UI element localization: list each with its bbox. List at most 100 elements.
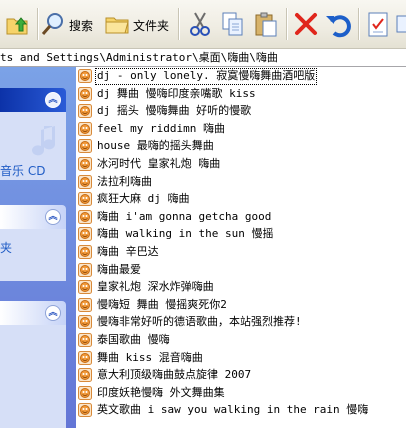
audio-file-icon	[78, 262, 92, 277]
audio-file-icon	[78, 280, 92, 295]
folders-button[interactable]: 文件夹	[104, 6, 172, 42]
file-row[interactable]: 嗨曲 i'am gonna getcha good	[76, 209, 406, 226]
file-row[interactable]: 舞曲 kiss 混音嗨曲	[76, 350, 406, 367]
collapse-chevron-icon[interactable]: ︽	[45, 305, 61, 321]
paste-button[interactable]	[252, 6, 280, 42]
up-folder-icon	[6, 17, 28, 35]
file-name: 英文歌曲 i saw you walking in the rain 慢嗨	[97, 403, 369, 417]
delete-icon	[295, 13, 317, 35]
views-icon	[396, 15, 406, 33]
audio-file-icon	[78, 350, 92, 365]
file-row[interactable]: dj - only lonely. 寂寞慢嗨舞曲酒吧版	[76, 68, 406, 85]
address-path: ts and Settings\Administrator\桌面\嗨曲\嗨曲	[0, 51, 278, 64]
toolbar-separator	[178, 8, 179, 40]
audio-file-icon	[78, 403, 92, 418]
file-row[interactable]: 泰国歌曲 慢嗨	[76, 332, 406, 349]
properties-icon	[368, 12, 388, 37]
file-row[interactable]: dj 摇头 慢嗨舞曲 好听的慢歌	[76, 103, 406, 120]
audio-file-icon	[78, 297, 92, 312]
folders-icon	[105, 17, 129, 34]
undo-button[interactable]	[324, 6, 352, 42]
copy-button[interactable]	[219, 6, 247, 42]
file-name: 泰国歌曲 慢嗨	[97, 333, 170, 346]
file-name: house 最嗨的摇头舞曲	[97, 139, 214, 153]
file-name: feel my riddimn 嗨曲	[97, 121, 225, 135]
task-panel-body	[0, 325, 66, 428]
file-name: 印度妖艳慢嗨 外文舞曲集	[97, 385, 225, 399]
file-name: 慢嗨非常好听的德语歌曲，本站强烈推荐!	[97, 315, 302, 329]
file-name: dj - only lonely. 寂寞慢嗨舞曲酒吧版	[95, 68, 318, 85]
file-row[interactable]: feel my riddimn 嗨曲	[76, 121, 406, 138]
audio-file-icon	[78, 333, 92, 347]
file-row[interactable]: 慢嗨非常好听的德语歌曲，本站强烈推荐!	[76, 314, 406, 331]
file-row[interactable]: 嗨曲 辛巴达	[76, 244, 406, 261]
file-row[interactable]: 皇家礼炮 深水炸弹嗨曲	[76, 279, 406, 296]
file-row[interactable]: 英文歌曲 i saw you walking in the rain 慢嗨	[76, 402, 406, 419]
cut-icon	[190, 12, 210, 36]
audio-file-icon	[78, 86, 92, 101]
audio-file-icon	[78, 227, 92, 242]
folder-label[interactable]: 夹	[0, 239, 12, 256]
file-name: 舞曲 kiss 混音嗨曲	[97, 350, 203, 364]
file-name: 意大利顶级嗨曲鼓点旋律 2007	[97, 368, 252, 382]
file-name: 疯狂大麻 dj 嗨曲	[97, 192, 190, 206]
audio-file-icon	[78, 139, 92, 154]
more-button[interactable]	[396, 6, 406, 42]
file-row[interactable]: 法拉利嗨曲	[76, 174, 406, 191]
audio-file-icon	[78, 157, 92, 171]
search-label: 搜索	[69, 19, 94, 33]
audio-file-icon	[78, 104, 92, 119]
audio-file-icon	[78, 192, 92, 207]
file-row[interactable]: 意大利顶级嗨曲鼓点旋律 2007	[76, 367, 406, 384]
file-row[interactable]: 印度妖艳慢嗨 外文舞曲集	[76, 385, 406, 402]
file-row[interactable]: 疯狂大麻 dj 嗨曲	[76, 191, 406, 208]
file-name: 法拉利嗨曲	[97, 174, 152, 188]
undo-icon	[326, 15, 351, 38]
audio-file-icon	[78, 209, 92, 224]
file-row[interactable]: dj 舞曲 慢嗨印度亲嘴歌 kiss	[76, 86, 406, 103]
file-list: dj - only lonely. 寂寞慢嗨舞曲酒吧版 dj 舞曲 慢嗨印度亲嘴歌…	[76, 67, 406, 428]
file-name: dj 舞曲 慢嗨印度亲嘴歌 kiss	[97, 86, 256, 100]
search-button[interactable]: 搜索	[40, 6, 98, 42]
file-row[interactable]: house 最嗨的摇头舞曲	[76, 138, 406, 155]
task-panel-header[interactable]: ︽	[0, 88, 66, 112]
delete-button[interactable]	[292, 6, 320, 42]
properties-button[interactable]	[364, 6, 392, 42]
task-panel-header[interactable]: ︽	[0, 205, 66, 229]
audio-file-icon	[78, 245, 92, 259]
audio-file-icon	[78, 121, 92, 136]
toolbar-separator	[358, 8, 359, 40]
audio-file-icon	[78, 69, 92, 83]
file-name: 嗨曲 walking in the sun 慢摇	[97, 227, 274, 241]
audio-file-icon	[78, 315, 92, 330]
audio-file-icon	[78, 385, 92, 400]
collapse-chevron-icon[interactable]: ︽	[45, 92, 61, 108]
address-bar[interactable]: ts and Settings\Administrator\桌面\嗨曲\嗨曲	[0, 49, 406, 67]
paste-icon	[255, 12, 277, 37]
file-name: 冰河时代 皇家礼炮 嗨曲	[97, 157, 221, 170]
music-cd-label[interactable]: 音乐 CD	[0, 162, 45, 179]
file-name: 嗨曲 i'am gonna getcha good	[97, 209, 272, 223]
file-row[interactable]: 慢嗨短 舞曲 慢摇爽死你2	[76, 297, 406, 314]
task-panel-header[interactable]: ︽	[0, 301, 66, 325]
music-note-watermark-icon	[32, 126, 56, 156]
file-name: dj 摇头 慢嗨舞曲 好听的慢歌	[97, 104, 252, 118]
copy-icon	[222, 12, 243, 36]
audio-file-icon	[78, 174, 92, 189]
task-pane: ︽ 音乐 CD ︽ 夹 ︽	[0, 67, 76, 428]
file-row[interactable]: 嗨曲 walking in the sun 慢摇	[76, 226, 406, 243]
file-name: 皇家礼炮 深水炸弹嗨曲	[97, 280, 214, 294]
audio-file-icon	[78, 368, 92, 383]
up-folder-button[interactable]	[4, 6, 34, 42]
file-row[interactable]: 冰河时代 皇家礼炮 嗨曲	[76, 156, 406, 173]
file-name: 嗨曲最爱	[97, 262, 141, 276]
task-panel-body: 音乐 CD	[0, 112, 66, 180]
file-name: 嗨曲 辛巴达	[97, 245, 159, 258]
file-row[interactable]: 嗨曲最爱	[76, 262, 406, 279]
collapse-chevron-icon[interactable]: ︽	[45, 209, 61, 225]
cut-button[interactable]	[186, 6, 214, 42]
search-icon	[41, 13, 63, 35]
task-panel-body: 夹	[0, 229, 66, 281]
toolbar: 搜索 文件夹	[0, 0, 406, 49]
folders-label: 文件夹	[133, 19, 170, 33]
